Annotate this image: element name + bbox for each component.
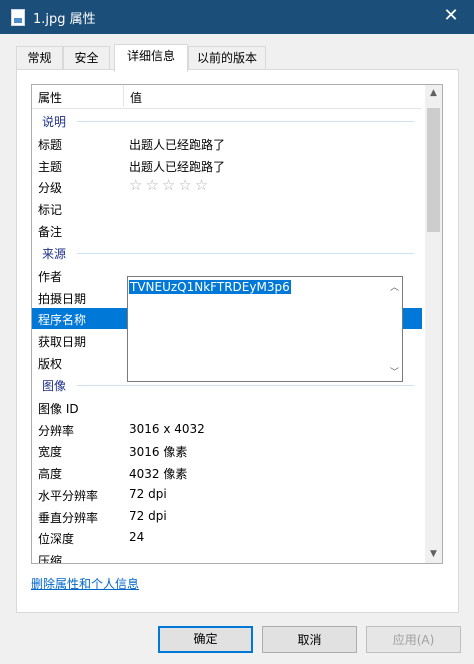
comment-editor[interactable]: TVNEUzQ1NkFTRDEyM3p6 ︿ ﹀	[127, 276, 403, 382]
row-key: 位深度	[38, 532, 75, 546]
row-value: 24	[129, 530, 145, 544]
group-description: 说明	[32, 111, 422, 129]
cancel-button[interactable]: 取消	[262, 626, 357, 653]
row-image-id[interactable]: 图像 ID	[32, 397, 422, 418]
remove-properties-link[interactable]: 删除属性和个人信息	[31, 575, 139, 592]
row-bit-depth[interactable]: 位深度 24	[32, 527, 422, 548]
rating-stars[interactable]: ☆☆☆☆☆	[129, 176, 211, 194]
window-title: 1.jpg 属性	[33, 12, 96, 27]
row-key: 图像 ID	[38, 402, 79, 416]
header-divider[interactable]	[123, 85, 124, 107]
tab-previous-versions[interactable]: 以前的版本	[188, 46, 266, 69]
comment-text[interactable]: TVNEUzQ1NkFTRDEyM3p6	[129, 280, 291, 294]
row-vertical-resolution[interactable]: 垂直分辨率 72 dpi	[32, 506, 422, 527]
row-key: 拍摄日期	[38, 292, 87, 306]
ok-button[interactable]: 确定	[158, 626, 253, 653]
row-key: 程序名称	[38, 313, 87, 327]
row-value: 72 dpi	[129, 487, 167, 501]
row-key: 宽度	[38, 445, 63, 459]
tab-security[interactable]: 安全	[63, 46, 110, 69]
row-key: 主题	[38, 160, 63, 174]
apply-button[interactable]: 应用(A)	[366, 626, 461, 653]
row-height[interactable]: 高度 4032 像素	[32, 462, 422, 483]
scroll-thumb[interactable]	[427, 108, 440, 232]
row-value: 3016 像素	[129, 445, 188, 459]
row-horizontal-resolution[interactable]: 水平分辨率 72 dpi	[32, 484, 422, 505]
title-bar: 1.jpg 属性 ✕	[0, 0, 474, 34]
row-key: 获取日期	[38, 335, 87, 349]
row-key: 水平分辨率	[38, 489, 99, 503]
image-file-icon	[11, 9, 25, 26]
row-dimensions[interactable]: 分辨率 3016 x 4032	[32, 419, 422, 440]
row-key: 压缩	[38, 554, 63, 564]
group-divider	[77, 121, 414, 122]
group-origin: 来源	[32, 243, 422, 261]
details-panel: 属性 值 说明 标题 出题人已经跑路了 主题 出题人已经跑路了 分级 ☆☆☆☆☆…	[16, 69, 459, 613]
row-value: 出题人已经跑路了	[129, 138, 226, 152]
tab-details[interactable]: 详细信息	[114, 44, 188, 72]
chevron-up-icon[interactable]: ︿	[388, 280, 401, 293]
close-icon[interactable]: ✕	[428, 0, 474, 34]
header-property[interactable]: 属性	[38, 89, 62, 106]
scroll-up-icon[interactable]: ▲	[425, 85, 442, 102]
row-width[interactable]: 宽度 3016 像素	[32, 440, 422, 461]
row-key: 作者	[38, 270, 63, 284]
group-label: 来源	[42, 247, 67, 261]
list-scrollbar[interactable]: ▲ ▼	[425, 85, 442, 563]
row-key: 分级	[38, 181, 63, 195]
editor-scrollbar[interactable]: ︿ ﹀	[388, 278, 401, 380]
row-compression[interactable]: 压缩	[32, 549, 422, 564]
row-value: 出题人已经跑路了	[129, 160, 226, 174]
group-divider	[77, 253, 414, 254]
row-key: 标题	[38, 138, 63, 152]
group-label: 图像	[42, 379, 67, 393]
row-key: 版权	[38, 357, 63, 371]
row-key: 标记	[38, 203, 63, 217]
header-value[interactable]: 值	[130, 89, 142, 106]
chevron-down-icon[interactable]: ﹀	[388, 365, 401, 378]
row-subject[interactable]: 主题 出题人已经跑路了	[32, 155, 422, 176]
row-key: 高度	[38, 467, 63, 481]
group-label: 说明	[42, 115, 67, 129]
row-key: 垂直分辨率	[38, 511, 99, 525]
row-comments[interactable]: 备注	[32, 220, 422, 241]
row-title[interactable]: 标题 出题人已经跑路了	[32, 133, 422, 154]
row-tags[interactable]: 标记	[32, 198, 422, 219]
row-rating[interactable]: 分级 ☆☆☆☆☆	[32, 176, 422, 197]
group-divider	[77, 385, 414, 386]
row-key: 备注	[38, 225, 63, 239]
tab-general[interactable]: 常规	[16, 46, 63, 69]
list-header: 属性 值	[32, 85, 422, 109]
row-value: 3016 x 4032	[129, 422, 205, 436]
scroll-down-icon[interactable]: ▼	[425, 546, 442, 563]
row-value: 72 dpi	[129, 509, 167, 523]
row-value: 4032 像素	[129, 467, 188, 481]
row-key: 分辨率	[38, 424, 75, 438]
